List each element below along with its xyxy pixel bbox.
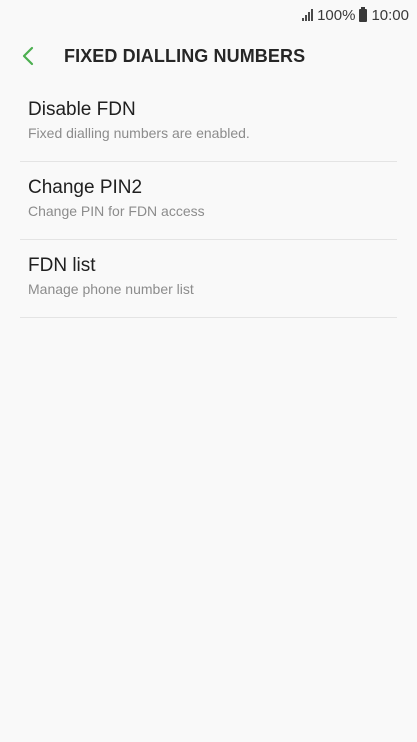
list-item-title: FDN list xyxy=(28,255,96,276)
list-item-title: Change PIN2 xyxy=(28,177,143,198)
chevron-left-icon xyxy=(22,46,34,66)
status-time: 10:00 xyxy=(371,6,409,24)
list-item-subtitle: Manage phone number list xyxy=(28,281,194,297)
list-item-subtitle: Change PIN for FDN access xyxy=(28,203,205,219)
list-item-change-pin2[interactable]: Change PIN2 Change PIN for FDN access xyxy=(20,162,397,240)
page-title: FIXED DIALLING NUMBERS xyxy=(64,45,306,66)
battery-icon xyxy=(359,6,368,22)
list-item-disable-fdn[interactable]: Disable FDN Fixed dialling numbers are e… xyxy=(20,84,397,162)
app-header: FIXED DIALLING NUMBERS xyxy=(0,38,417,74)
list-item-fdn-list[interactable]: FDN list Manage phone number list xyxy=(20,240,397,318)
settings-list: Disable FDN Fixed dialling numbers are e… xyxy=(20,84,397,318)
back-button[interactable] xyxy=(0,38,60,74)
list-item-title: Disable FDN xyxy=(28,99,136,120)
list-item-subtitle: Fixed dialling numbers are enabled. xyxy=(28,125,250,141)
screen: 100% 10:00 FIXED DIALLING NUMBERS Disabl… xyxy=(0,0,417,742)
signal-icon xyxy=(302,9,314,21)
battery-percent: 100% xyxy=(317,6,356,24)
status-bar: 100% 10:00 xyxy=(0,0,417,30)
